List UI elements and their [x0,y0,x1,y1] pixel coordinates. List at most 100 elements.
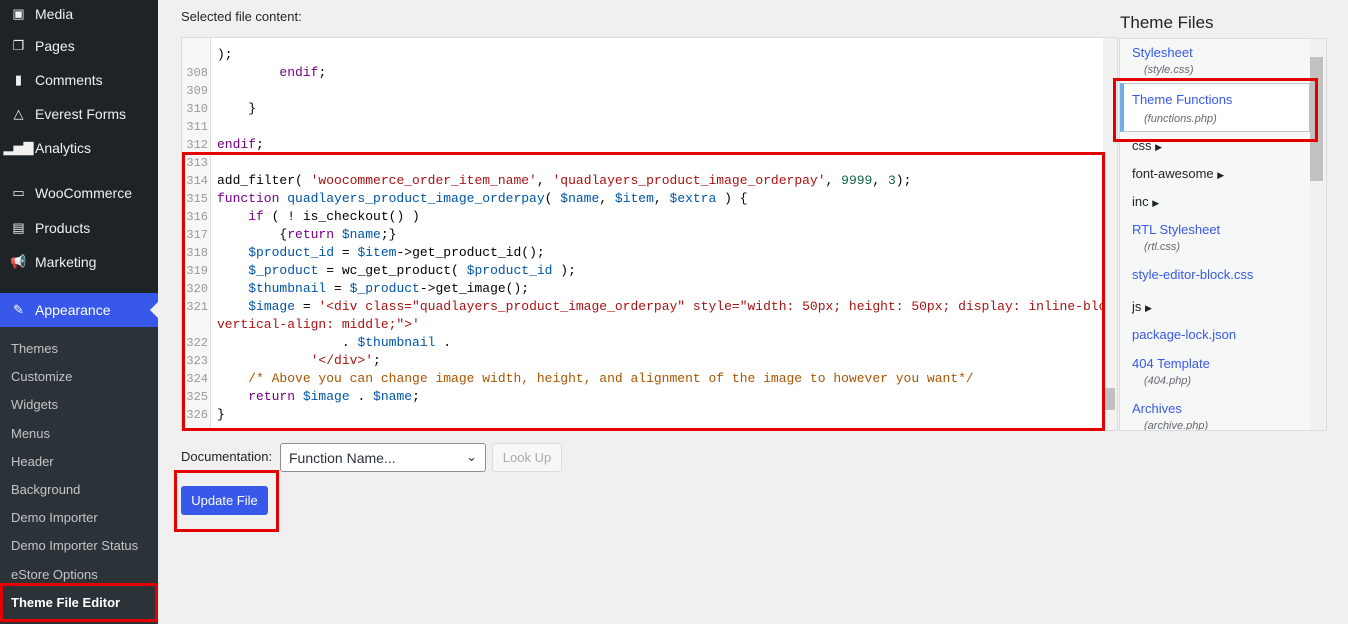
sidebar-item-products[interactable]: ▤ Products [0,211,158,245]
line-number: 311 [186,120,208,134]
media-icon: ▣ [12,6,25,21]
submenu-item-background[interactable]: Background [11,482,80,497]
sidebar-item-everest-forms[interactable]: △ Everest Forms [0,97,158,131]
folder-item[interactable]: font-awesome ▶ [1132,166,1224,181]
code-content[interactable]: ); 308 endif; 309 310 } 311 312 endif; 313 314 a… [182,46,1117,424]
sidebar-item-comments[interactable]: ▮ Comments [0,63,158,97]
submenu-item-demo-importer-status[interactable]: Demo Importer Status [11,538,138,553]
code-token: , [872,173,888,188]
appearance-submenu: Themes Customize Widgets Menus Header Backgro… [0,327,158,624]
code-line: 308 endif; [182,64,1102,82]
code-token: ->get_image(); [419,281,530,296]
line-number: 326 [186,408,208,422]
pages-icon: ❐ [12,38,25,53]
file-item[interactable]: Stylesheet [1132,45,1193,60]
code-line: 323 '</div>'; [182,352,1102,370]
submenu-item-header[interactable]: Header [11,454,54,469]
file-label: css [1132,138,1152,153]
line-text: $thumbnail = $_product->get_image(); [217,280,529,298]
theme-files-list: Stylesheet (style.css) Theme Functions (fun… [1119,38,1327,431]
line-number: 313 [186,156,208,170]
code-token: if [248,209,264,224]
line-text: $image = '<div class="quadlayers_product… [217,298,1117,316]
file-list-scrollbar[interactable] [1310,39,1326,430]
code-line: vertical-align: middle;">' [182,316,1102,334]
code-token: $name [373,389,413,404]
file-label: style-editor-block.css [1132,267,1254,282]
code-token: $item [614,191,654,206]
file-label: inc [1132,194,1149,209]
code-line: 312 endif; [182,136,1102,154]
look-up-button[interactable]: Look Up [492,443,562,472]
line-text: function quadlayers_product_image_orderp… [217,190,748,208]
sidebar-item-media[interactable]: ▣ Media [0,0,158,31]
code-line: 314 add_filter( 'woocommerce_order_item_n… [182,172,1102,190]
code-line: 315 function quadlayers_product_image_ord… [182,190,1102,208]
code-token: /* Above you can change image width, hei… [248,371,974,386]
file-item[interactable]: package-lock.json [1132,327,1236,342]
chevron-down-icon: ⌄ [466,449,477,464]
code-token: 'quadlayers_product_image_orderpay' [552,173,826,188]
file-label: package-lock.json [1132,327,1237,342]
code-token: = [295,299,319,314]
sidebar-item-label: Everest Forms [35,106,127,122]
line-text: } [217,406,225,424]
file-item[interactable]: 404 Template [1132,356,1210,371]
sidebar-item-analytics[interactable]: ▂▅▇ Analytics [0,131,158,165]
sidebar-item-pages[interactable]: ❐ Pages [0,29,158,63]
function-name-select[interactable]: Function Name... ⌄ [280,443,486,472]
sidebar-item-marketing[interactable]: 📢 Marketing [0,245,158,279]
code-token: vertical-align: middle;">' [217,317,420,332]
submenu-item-demo-importer[interactable]: Demo Importer [11,510,98,525]
line-number: 309 [186,84,208,98]
everest-forms-icon: △ [13,106,24,121]
code-line: 313 [182,154,1102,172]
code-token: $extra [669,191,717,206]
submenu-item-customize[interactable]: Customize [11,369,72,384]
code-token: = wc_get_product( [318,263,467,278]
sidebar-item-appearance[interactable]: ✎ Appearance [0,293,158,327]
caret-right-icon: ▶ [1217,170,1225,180]
file-label: Archives [1132,401,1182,416]
file-item[interactable]: Theme Functions [1132,92,1232,107]
file-list-scroll-thumb[interactable] [1310,57,1323,181]
submenu-item-themes[interactable]: Themes [11,341,58,356]
appearance-icon: ✎ [13,302,24,317]
file-label: js [1132,299,1142,314]
code-line: 321 $image = '<div class="quadlayers_pro… [182,298,1117,316]
line-number: 318 [186,246,208,260]
submenu-item-theme-file-editor[interactable]: Theme File Editor [11,595,120,610]
code-token: ) { [716,191,748,206]
code-token: add_filter( [217,173,311,188]
select-value: Function Name... [289,450,396,466]
file-item[interactable]: style-editor-block.css [1132,267,1253,282]
sidebar-item-label: Comments [35,72,103,88]
code-token: ); [217,47,241,62]
file-item[interactable]: RTL Stylesheet [1132,222,1220,237]
folder-item[interactable]: js ▶ [1132,299,1152,314]
line-number: 312 [186,138,208,152]
line-text: vertical-align: middle;">' [217,316,420,334]
code-line: 319 $_product = wc_get_product( $product… [182,262,1102,280]
line-text: return $image . $name; [217,388,420,406]
code-token: . [217,335,358,350]
code-token: ( ! is_checkout() ) [263,209,420,224]
code-line: 324 /* Above you can change image width,… [182,370,1102,388]
analytics-icon: ▂▅▇ [3,140,34,155]
submenu-item-estore-options[interactable]: eStore Options [11,567,98,582]
line-number: 324 [186,372,208,386]
file-item[interactable]: Archives [1132,401,1182,416]
update-file-button[interactable]: Update File [181,486,268,515]
submenu-item-menus[interactable]: Menus [11,426,50,441]
editor-scroll-thumb[interactable] [1105,388,1115,410]
sidebar-item-woocommerce[interactable]: ▭ WooCommerce [0,176,158,210]
editor-scrollbar[interactable] [1103,38,1117,430]
code-editor[interactable]: ); 308 endif; 309 310 } 311 312 endif; 313 314 a… [181,37,1118,431]
submenu-item-widgets[interactable]: Widgets [11,397,58,412]
folder-item[interactable]: css ▶ [1132,138,1162,153]
folder-item[interactable]: inc ▶ [1132,194,1159,209]
